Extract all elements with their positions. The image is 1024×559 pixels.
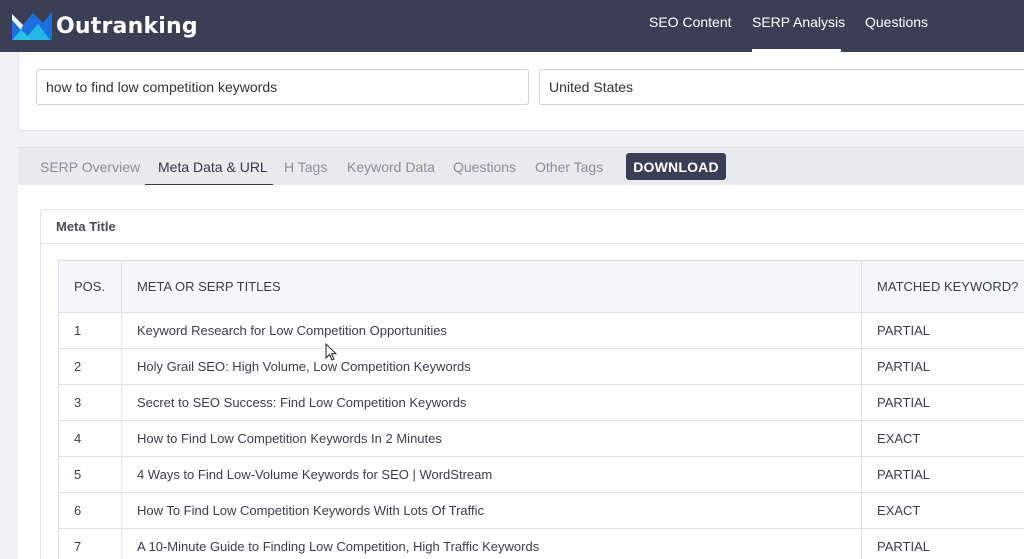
- row-title: Keyword Research for Low Competition Opp…: [120, 312, 863, 349]
- meta-title-card: Meta Title POS. META OR SERP TITLES MATC…: [40, 209, 1024, 559]
- row-match: EXACT: [861, 420, 1024, 457]
- row-title: 4 Ways to Find Low-Volume Keywords for S…: [120, 456, 863, 493]
- tab-meta-data-url[interactable]: Meta Data & URL: [158, 159, 268, 175]
- table-row: 6 How To Find Low Competition Keywords W…: [58, 492, 1024, 529]
- table-row: 3 Secret to SEO Success: Find Low Compet…: [58, 384, 1024, 421]
- nav-serp-analysis[interactable]: SERP Analysis: [752, 14, 845, 30]
- top-navigation-bar: Outranking SEO Content SERP Analysis Que…: [0, 0, 1024, 52]
- row-match: PARTIAL: [861, 312, 1024, 349]
- table-row: 2 Holy Grail SEO: High Volume, Low Compe…: [58, 348, 1024, 385]
- row-title: How to Find Low Competition Keywords In …: [120, 420, 863, 457]
- table-row: 4 How to Find Low Competition Keywords I…: [58, 420, 1024, 457]
- row-match: EXACT: [861, 492, 1024, 529]
- tab-content: Meta Title POS. META OR SERP TITLES MATC…: [18, 185, 1024, 559]
- tab-h-tags[interactable]: H Tags: [284, 159, 327, 175]
- table-header-row: POS. META OR SERP TITLES MATCHED KEYWORD…: [58, 260, 1024, 313]
- mouse-pointer-icon: [325, 343, 337, 361]
- row-pos: 3: [58, 384, 122, 421]
- row-match: PARTIAL: [861, 456, 1024, 493]
- meta-title-table: POS. META OR SERP TITLES MATCHED KEYWORD…: [58, 260, 1024, 559]
- brand-logo[interactable]: Outranking: [12, 6, 198, 46]
- tab-serp-overview[interactable]: SERP Overview: [40, 159, 140, 175]
- row-pos: 1: [58, 312, 122, 349]
- column-header-titles[interactable]: META OR SERP TITLES: [120, 260, 863, 313]
- row-match: PARTIAL: [861, 384, 1024, 421]
- row-pos: 4: [58, 420, 122, 457]
- analysis-tabs: SERP Overview Meta Data & URL H Tags Key…: [18, 147, 1024, 186]
- row-pos: 6: [58, 492, 122, 529]
- brand-name: Outranking: [56, 13, 198, 39]
- table-row: 5 4 Ways to Find Low-Volume Keywords for…: [58, 456, 1024, 493]
- tab-keyword-data[interactable]: Keyword Data: [347, 159, 435, 175]
- column-header-pos[interactable]: POS.: [58, 260, 122, 313]
- row-pos: 2: [58, 348, 122, 385]
- column-header-matched[interactable]: MATCHED KEYWORD?: [861, 260, 1024, 313]
- meta-title-header: Meta Title: [41, 210, 1024, 244]
- section-title: Meta Title: [56, 219, 116, 234]
- tab-other-tags[interactable]: Other Tags: [535, 159, 603, 175]
- keyword-input[interactable]: [36, 69, 529, 105]
- nav-questions[interactable]: Questions: [865, 14, 928, 30]
- nav-seo-content[interactable]: SEO Content: [649, 14, 732, 30]
- tab-questions[interactable]: Questions: [453, 159, 516, 175]
- country-select[interactable]: [539, 69, 1024, 105]
- row-title: Secret to SEO Success: Find Low Competit…: [120, 384, 863, 421]
- table-row: 7 A 10-Minute Guide to Finding Low Compe…: [58, 528, 1024, 559]
- download-button[interactable]: DOWNLOAD: [626, 153, 726, 180]
- outranking-logo-icon: [12, 12, 52, 40]
- row-match: PARTIAL: [861, 348, 1024, 385]
- search-panel: [18, 52, 1024, 131]
- row-title: Holy Grail SEO: High Volume, Low Competi…: [120, 348, 863, 385]
- table-row: 1 Keyword Research for Low Competition O…: [58, 312, 1024, 349]
- row-match: PARTIAL: [861, 528, 1024, 559]
- row-title: A 10-Minute Guide to Finding Low Competi…: [120, 528, 863, 559]
- row-pos: 5: [58, 456, 122, 493]
- row-title: How To Find Low Competition Keywords Wit…: [120, 492, 863, 529]
- row-pos: 7: [58, 528, 122, 559]
